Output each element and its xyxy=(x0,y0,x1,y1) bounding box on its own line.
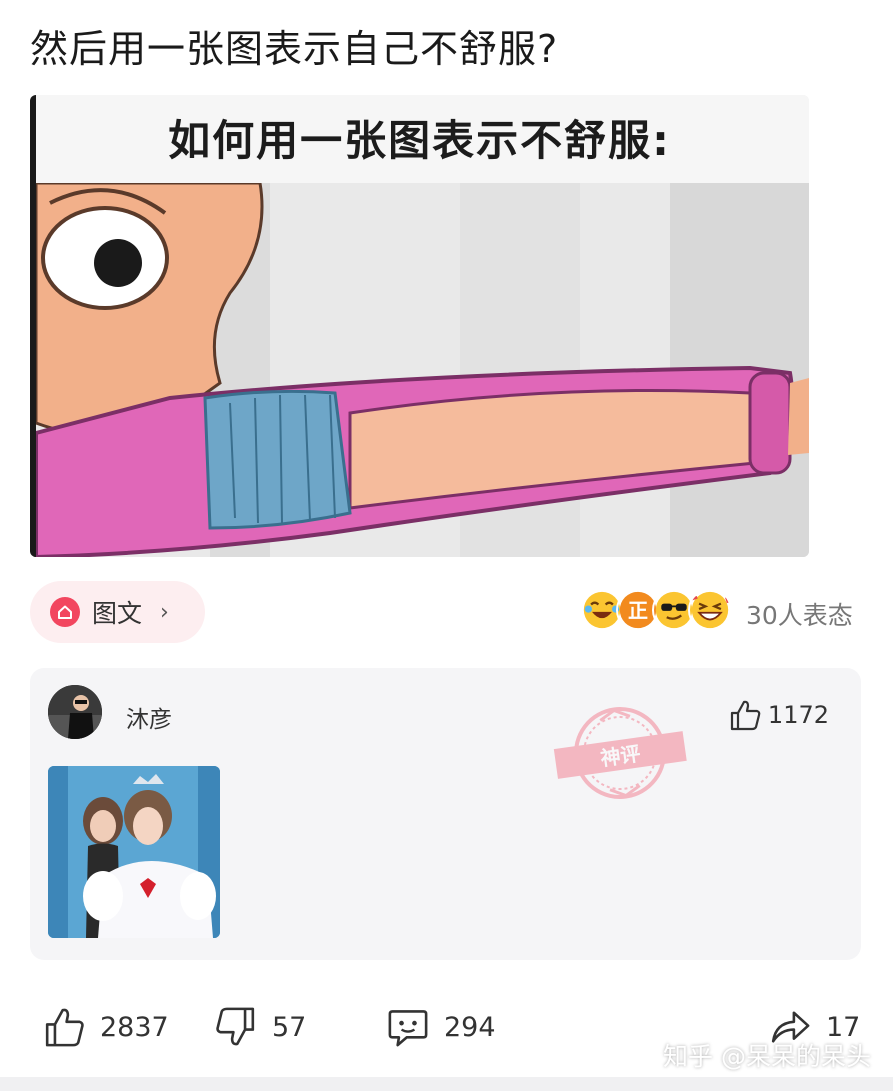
downvote-count: 57 xyxy=(272,1011,307,1043)
meme-image[interactable]: 如何用一张图表示不舒服: xyxy=(30,95,809,557)
thumbs-up-icon xyxy=(730,700,761,731)
watermark: 知乎 @呆呆的呆头 xyxy=(663,1042,871,1071)
home-icon xyxy=(50,597,80,627)
comment-username[interactable]: 沐彦 xyxy=(126,700,172,734)
chevron-right-icon: › xyxy=(160,599,169,625)
meme-caption: 如何用一张图表示不舒服: xyxy=(168,116,671,165)
thumbs-down-icon xyxy=(216,1007,255,1046)
comment-button[interactable]: 294 xyxy=(386,1005,496,1049)
tag-label: 图文 xyxy=(92,599,143,628)
comment-count: 294 xyxy=(444,1011,496,1043)
downvote-button[interactable]: 57 xyxy=(214,1005,306,1049)
top-comment-stamp: 神评 xyxy=(553,707,687,799)
svg-text:正: 正 xyxy=(628,598,648,622)
reaction-emojis[interactable]: 正 xyxy=(580,588,740,634)
grin-emoji-icon xyxy=(688,588,732,632)
content-type-tag[interactable]: 图文 › xyxy=(30,581,205,643)
featured-comment-card[interactable]: 沐彦 神评 1172 xyxy=(30,668,861,960)
post-title: 然后用一张图表示自己不舒服? xyxy=(30,27,559,71)
upvote-count: 2837 xyxy=(100,1011,169,1043)
bottom-divider xyxy=(0,1077,893,1091)
avatar[interactable] xyxy=(48,685,102,739)
meme-left-border xyxy=(30,95,36,557)
comment-like-count: 1172 xyxy=(767,701,829,729)
meme-illustration xyxy=(30,183,809,557)
upvote-button[interactable]: 2837 xyxy=(42,1005,169,1049)
comment-like-button[interactable]: 1172 xyxy=(728,698,829,732)
reaction-count[interactable]: 30人表态 xyxy=(746,596,853,632)
comment-attached-image[interactable] xyxy=(48,766,220,938)
comment-bubble-icon xyxy=(388,1010,428,1047)
thumbs-up-icon xyxy=(45,1008,84,1047)
